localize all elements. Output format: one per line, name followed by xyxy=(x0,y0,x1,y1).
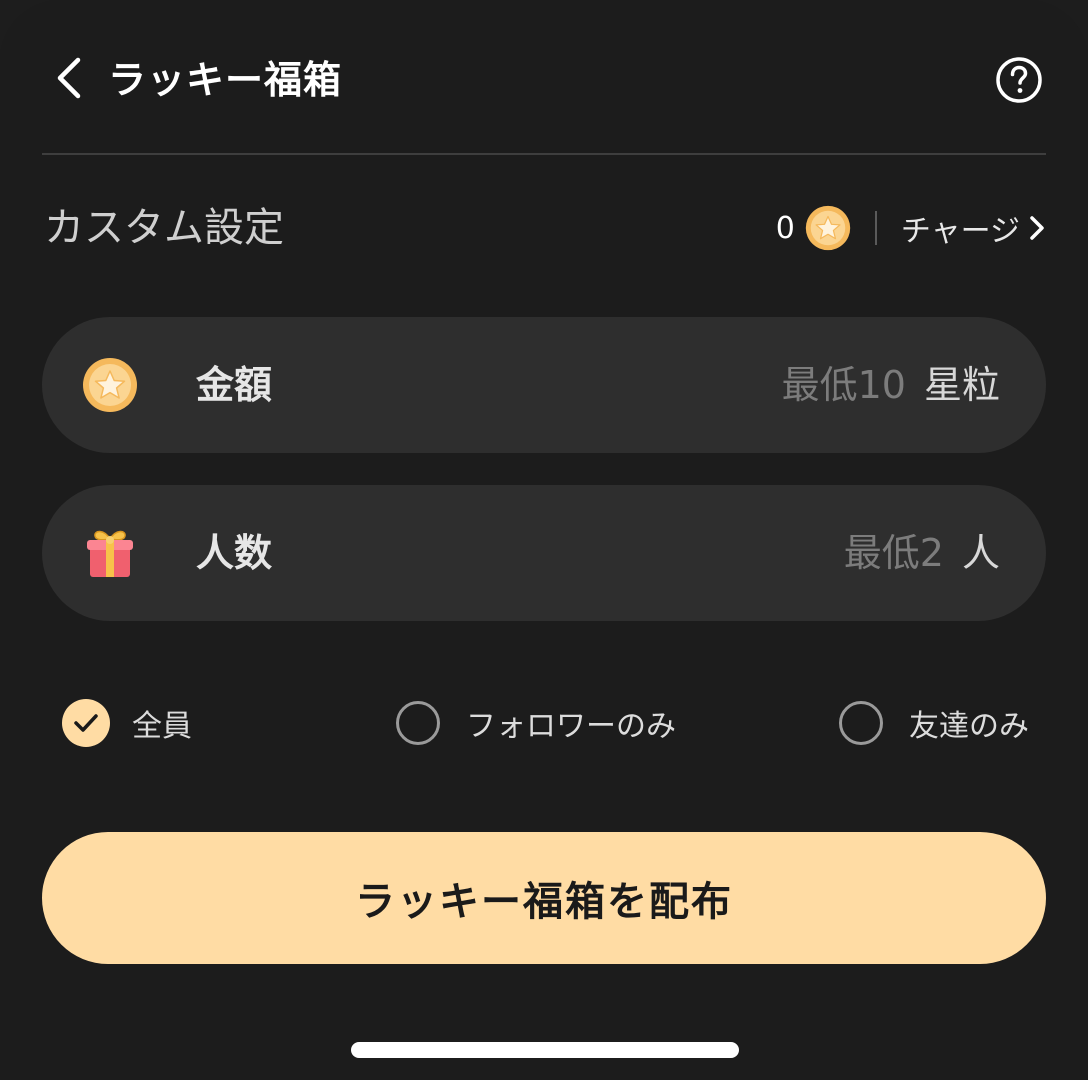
people-input[interactable]: 人数 最低2 人 xyxy=(42,485,1046,621)
custom-settings-label: カスタム設定 xyxy=(44,205,284,251)
chevron-left-icon xyxy=(57,57,81,99)
amount-min: 最低10 xyxy=(781,363,906,407)
chevron-right-icon xyxy=(1030,216,1044,240)
audience-option-label: 全員 xyxy=(132,709,192,744)
radio-unchecked-icon xyxy=(396,701,440,745)
balance-row: 0 チャージ xyxy=(776,200,1046,256)
page-title: ラッキー福箱 xyxy=(108,58,343,102)
people-unit: 人 xyxy=(961,531,1000,575)
amount-label: 金額 xyxy=(196,363,273,407)
charge-link[interactable]: チャージ xyxy=(901,206,1046,250)
distribute-button-label: ラッキー福箱を配布 xyxy=(355,879,733,925)
help-button[interactable] xyxy=(994,55,1044,105)
question-circle-icon xyxy=(996,57,1042,103)
header: ラッキー福箱 xyxy=(0,0,1088,155)
header-divider xyxy=(42,153,1046,155)
radio-checked-icon xyxy=(62,699,110,747)
star-coin-icon xyxy=(83,358,137,412)
checkmark-icon xyxy=(74,714,98,732)
back-button[interactable] xyxy=(44,50,94,106)
audience-option-followers[interactable]: フォロワーのみ xyxy=(396,698,676,748)
people-min: 最低2 xyxy=(843,531,944,575)
audience-option-label: フォロワーのみ xyxy=(466,709,676,744)
balance-separator xyxy=(874,211,877,245)
gift-box-icon xyxy=(87,530,133,577)
star-coin-icon xyxy=(805,205,851,251)
balance-value: 0 xyxy=(775,210,795,246)
audience-option-label: 友達のみ xyxy=(909,709,1029,744)
amount-unit: 星粒 xyxy=(923,363,1000,407)
audience-option-all[interactable]: 全員 xyxy=(62,698,192,748)
radio-unchecked-icon xyxy=(839,701,883,745)
charge-label: チャージ xyxy=(900,214,1020,249)
people-placeholder: 最低2 人 xyxy=(844,525,1000,581)
distribute-lucky-box-button[interactable]: ラッキー福箱を配布 xyxy=(42,832,1046,964)
lucky-box-sheet: ラッキー福箱 カスタム設定 0 チャージ 金額 最低10 星粒 人数 最低2 人… xyxy=(0,0,1088,1080)
amount-placeholder: 最低10 星粒 xyxy=(782,357,1000,413)
home-indicator xyxy=(351,1042,739,1058)
people-label: 人数 xyxy=(196,531,273,575)
audience-option-friends[interactable]: 友達のみ xyxy=(839,698,1029,748)
amount-input[interactable]: 金額 最低10 星粒 xyxy=(42,317,1046,453)
